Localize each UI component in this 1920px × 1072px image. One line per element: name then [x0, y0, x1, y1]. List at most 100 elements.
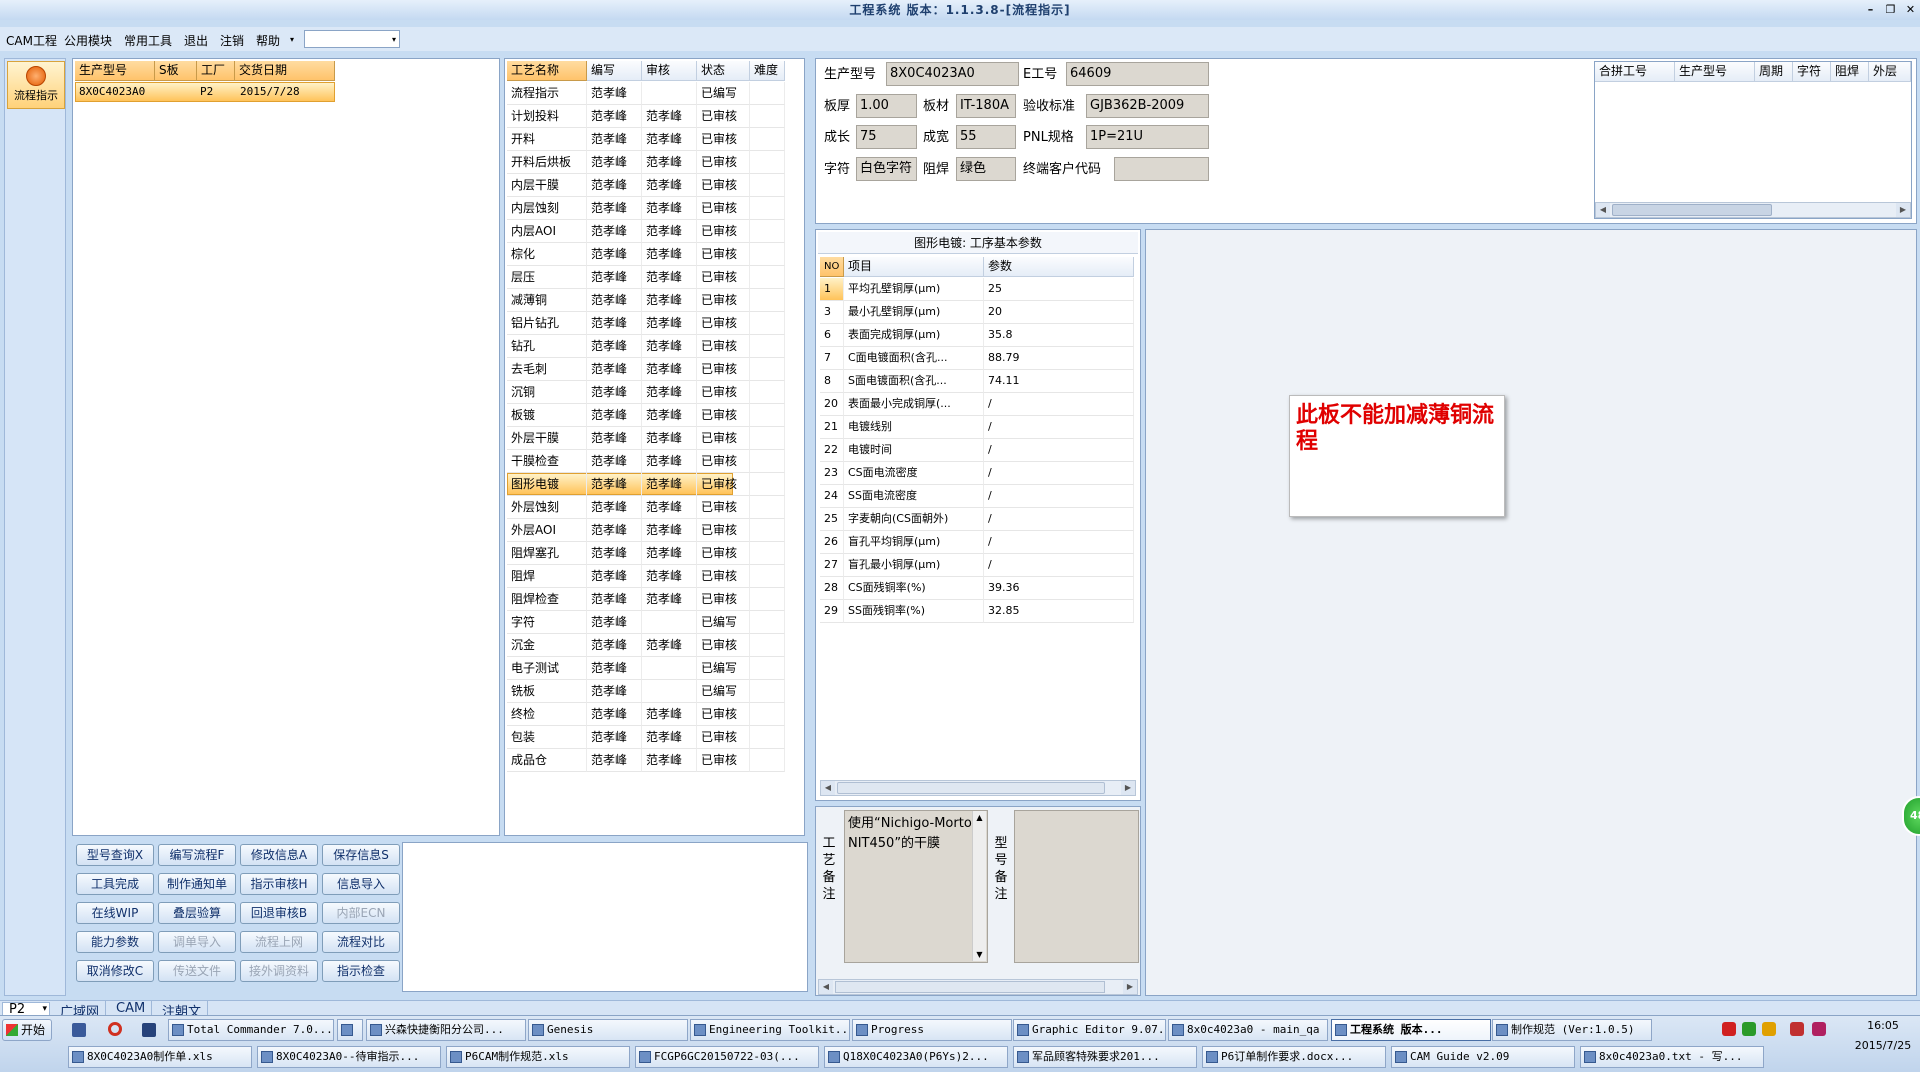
eno-field[interactable]: 64609 [1066, 62, 1209, 86]
process-cell[interactable]: 已审核 [697, 749, 750, 772]
process-cell[interactable]: 已审核 [697, 450, 750, 473]
process-cell[interactable] [750, 427, 785, 450]
process-cell[interactable]: 范孝峰 [642, 289, 697, 312]
menu-logout[interactable]: 注销 [220, 32, 244, 49]
param-cell[interactable]: 21 [820, 416, 844, 439]
process-cell[interactable]: 阻焊塞孔 [507, 542, 587, 565]
flow-indicator-button[interactable]: 流程指示 [7, 61, 65, 109]
process-cell[interactable]: 范孝峰 [642, 266, 697, 289]
action-button[interactable]: 编写流程F [158, 844, 236, 866]
thickness-field[interactable]: 1.00 [856, 94, 917, 118]
taskbar-item[interactable]: Progress [852, 1019, 1012, 1041]
param-cell[interactable]: / [984, 416, 1134, 439]
process-cell[interactable]: 范孝峰 [587, 82, 642, 105]
process-cell[interactable]: 阻焊检查 [507, 588, 587, 611]
process-cell[interactable]: 范孝峰 [587, 473, 642, 496]
scroll-left-icon[interactable]: ◀ [821, 781, 835, 795]
process-header-status[interactable]: 状态 [697, 61, 750, 81]
process-cell[interactable]: 钻孔 [507, 335, 587, 358]
menu-combo[interactable]: ▾ [304, 30, 400, 48]
scroll-down-icon[interactable]: ▼ [973, 948, 986, 961]
taskbar-item[interactable]: 兴森快捷衡阳分公司... [366, 1019, 526, 1041]
process-cell[interactable] [642, 82, 697, 105]
taskbar-item[interactable]: 制作规范 (Ver:1.0.5) [1492, 1019, 1652, 1041]
process-cell[interactable]: 外层蚀刻 [507, 496, 587, 519]
taskbar-item[interactable]: P6CAM制作规范.xls [446, 1046, 630, 1068]
process-cell[interactable]: 范孝峰 [587, 404, 642, 427]
param-cell[interactable]: 35.8 [984, 324, 1134, 347]
process-cell[interactable]: 已审核 [697, 358, 750, 381]
process-cell[interactable]: 范孝峰 [587, 105, 642, 128]
param-cell[interactable]: 39.36 [984, 577, 1134, 600]
param-cell[interactable]: 表面完成铜厚(μm) [844, 324, 984, 347]
process-cell[interactable] [750, 703, 785, 726]
params-hscrollbar[interactable]: ◀ ▶ [820, 780, 1136, 796]
process-cell[interactable]: 已审核 [697, 174, 750, 197]
process-cell[interactable]: 已审核 [697, 634, 750, 657]
process-cell[interactable]: 铣板 [507, 680, 587, 703]
param-cell[interactable]: CS面电流密度 [844, 462, 984, 485]
process-cell[interactable] [750, 404, 785, 427]
taskbar-item[interactable]: Engineering Toolkit... [690, 1019, 850, 1041]
process-cell[interactable]: 终检 [507, 703, 587, 726]
process-cell[interactable]: 板镀 [507, 404, 587, 427]
width-field[interactable]: 55 [956, 125, 1016, 149]
taskbar-item[interactable] [337, 1019, 363, 1041]
process-cell[interactable]: 已审核 [697, 151, 750, 174]
param-cell[interactable]: CS面残铜率(%) [844, 577, 984, 600]
merge-hscrollbar[interactable]: ◀ ▶ [1595, 202, 1911, 218]
process-cell[interactable] [750, 657, 785, 680]
taskbar-item[interactable]: Graphic Editor 9.07... [1013, 1019, 1166, 1041]
action-button[interactable]: 回退审核B [240, 902, 318, 924]
scroll-left-icon[interactable]: ◀ [819, 980, 833, 994]
notes-hscrollbar[interactable]: ◀ ▶ [818, 979, 1138, 995]
param-cell[interactable]: 28 [820, 577, 844, 600]
process-cell[interactable]: 范孝峰 [587, 749, 642, 772]
process-cell[interactable]: 已审核 [697, 197, 750, 220]
process-cell[interactable]: 范孝峰 [587, 335, 642, 358]
process-cell[interactable]: 开料后烘板 [507, 151, 587, 174]
tray-icon[interactable] [1742, 1022, 1756, 1036]
param-cell[interactable]: / [984, 439, 1134, 462]
taskbar-item[interactable]: FCGP6GC20150722-03(... [635, 1046, 819, 1068]
standard-field[interactable]: GJB362B-2009 [1086, 94, 1209, 118]
process-cell[interactable]: 已审核 [697, 703, 750, 726]
scroll-left-icon[interactable]: ◀ [1596, 203, 1610, 217]
process-cell[interactable]: 范孝峰 [642, 381, 697, 404]
param-cell[interactable]: SS面残铜率(%) [844, 600, 984, 623]
table-row[interactable]: 8X0C4023A0 P2 2015/7/28 [75, 82, 335, 102]
mask-field[interactable]: 绿色 [956, 157, 1016, 181]
menu-tools[interactable]: 常用工具 [124, 32, 172, 49]
process-cell[interactable]: 范孝峰 [587, 266, 642, 289]
process-cell[interactable]: 范孝峰 [642, 243, 697, 266]
length-field[interactable]: 75 [856, 125, 917, 149]
process-cell[interactable]: 内层干膜 [507, 174, 587, 197]
process-cell[interactable]: 内层AOI [507, 220, 587, 243]
process-cell[interactable]: 范孝峰 [642, 565, 697, 588]
clock[interactable]: 16:05 2015/7/25 [1850, 1019, 1916, 1053]
process-cell[interactable]: 范孝峰 [587, 289, 642, 312]
process-cell[interactable]: 范孝峰 [587, 197, 642, 220]
taskbar-item[interactable]: Total Commander 7.0... [168, 1019, 334, 1041]
process-cell[interactable]: 范孝峰 [642, 473, 697, 496]
param-cell[interactable]: 1 [820, 278, 844, 301]
quicklaunch-app-icon[interactable] [142, 1023, 156, 1037]
process-cell[interactable]: 已审核 [697, 128, 750, 151]
note-vscrollbar[interactable]: ▲ ▼ [972, 811, 986, 961]
param-cell[interactable]: 74.11 [984, 370, 1134, 393]
model-note-field[interactable] [1014, 810, 1139, 963]
process-cell[interactable]: 范孝峰 [642, 404, 697, 427]
process-cell[interactable]: 已审核 [697, 496, 750, 519]
process-cell[interactable] [750, 243, 785, 266]
process-cell[interactable]: 范孝峰 [642, 427, 697, 450]
param-cell[interactable]: 25 [820, 508, 844, 531]
process-cell[interactable]: 范孝峰 [642, 128, 697, 151]
param-cell[interactable]: 23 [820, 462, 844, 485]
process-cell[interactable] [750, 128, 785, 151]
process-cell[interactable]: 范孝峰 [587, 174, 642, 197]
process-cell[interactable] [750, 381, 785, 404]
process-cell[interactable]: 沉金 [507, 634, 587, 657]
process-cell[interactable]: 去毛刺 [507, 358, 587, 381]
tray-icon[interactable] [1812, 1022, 1826, 1036]
process-cell[interactable]: 沉铜 [507, 381, 587, 404]
